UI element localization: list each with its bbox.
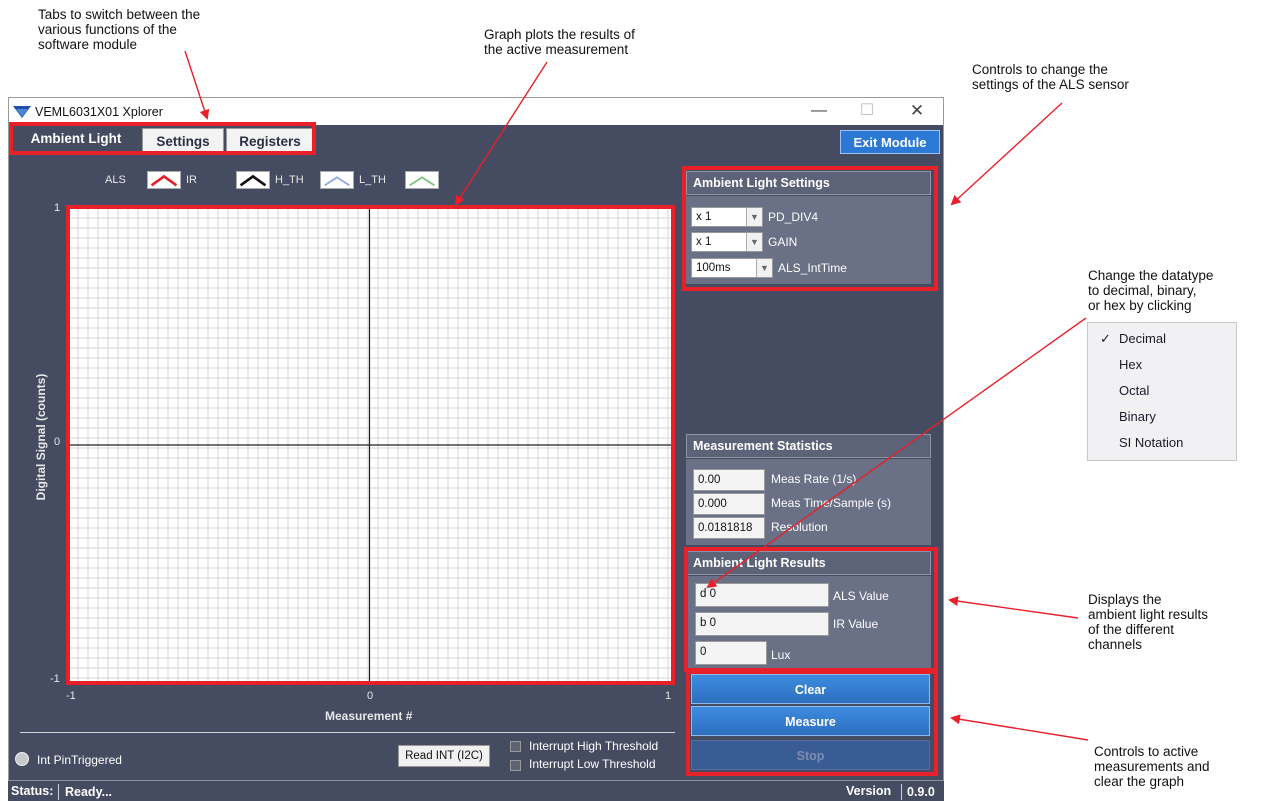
- measure-arrow: [950, 714, 1089, 741]
- title-bar: VEML6031X01 Xplorer — ☐ ✕: [9, 98, 943, 125]
- legend-label-ir: IR: [186, 174, 197, 186]
- datatype-annotation: Change the datatype to decimal, binary, …: [1088, 268, 1213, 313]
- measure-annotation: Controls to active measurements and clea…: [1094, 744, 1210, 789]
- menu-item-hex[interactable]: Hex: [1088, 352, 1236, 378]
- meas-time-field: 0.000: [693, 493, 765, 515]
- bottom-separator: [20, 732, 675, 733]
- results-arrow: [948, 596, 1079, 619]
- status-bar: Status: Ready... Version 0.9.0: [8, 780, 944, 801]
- int-pin-indicator: [15, 752, 29, 766]
- version-label: Version: [846, 784, 892, 798]
- menu-item-label: Binary: [1119, 409, 1156, 424]
- int-pin-label: Int PinTriggered: [37, 753, 122, 767]
- controls-annotation: Controls to change the settings of the A…: [972, 62, 1129, 92]
- legend-label-als: ALS: [105, 174, 126, 186]
- measure-annotation-line: measurements and: [1094, 759, 1210, 774]
- meas-rate-label: Meas Rate (1/s): [771, 472, 857, 486]
- x-tick-middle: 0: [367, 690, 374, 702]
- tabs-annotation-line: various functions of the: [38, 22, 177, 37]
- highlight-results: [684, 547, 938, 672]
- interrupt-high-label: Interrupt High Threshold: [529, 739, 659, 753]
- measure-annotation-line: clear the graph: [1094, 774, 1185, 789]
- menu-item-decimal[interactable]: ✓ Decimal: [1088, 326, 1236, 352]
- app-logo-icon: [13, 106, 31, 118]
- legend-swatch-l-th: [320, 171, 354, 189]
- tabs-annotation-line: Tabs to switch between the: [38, 7, 201, 22]
- graph-annotation-line: Graph plots the results of: [484, 27, 635, 42]
- resolution-field: 0.0181818: [693, 517, 765, 539]
- measurement-statistics-header: Measurement Statistics: [686, 434, 931, 458]
- datatype-annotation-line: or hex by clicking: [1088, 298, 1192, 313]
- measure-annotation-line: Controls to active: [1094, 744, 1199, 759]
- menu-item-si-notation[interactable]: SI Notation: [1088, 430, 1236, 456]
- legend-swatch-ir: [147, 171, 181, 189]
- interrupt-high-checkbox[interactable]: [510, 741, 521, 752]
- status-value: Ready...: [65, 785, 113, 799]
- menu-item-octal[interactable]: Octal: [1088, 378, 1236, 404]
- tabs-annotation-line: software module: [38, 37, 138, 52]
- x-tick-left: -1: [66, 690, 76, 702]
- highlight-tabs: [9, 122, 316, 155]
- results-annotation-line: of the different: [1088, 622, 1175, 637]
- results-annotation-line: ambient light results: [1088, 607, 1209, 622]
- minimize-icon[interactable]: —: [801, 100, 837, 122]
- tabs-annotation: Tabs to switch between the various funct…: [38, 7, 200, 52]
- x-tick-right: 1: [665, 690, 672, 702]
- y-tick-bottom: -1: [50, 673, 60, 685]
- graph-annotation-line: the active measurement: [484, 42, 629, 57]
- y-tick-top: 1: [54, 202, 61, 214]
- y-tick-middle: 0: [54, 436, 61, 448]
- menu-item-binary[interactable]: Binary: [1088, 404, 1236, 430]
- datatype-annotation-line: to decimal, binary,: [1088, 283, 1197, 298]
- highlight-buttons: [686, 670, 938, 776]
- status-label: Status:: [11, 784, 54, 798]
- meas-rate-field: 0.00: [693, 469, 765, 491]
- legend-label-h-th: H_TH: [275, 174, 304, 186]
- menu-item-label: SI Notation: [1119, 435, 1184, 450]
- read-int-button[interactable]: Read INT (I2C): [398, 745, 490, 767]
- maximize-icon[interactable]: ☐: [849, 100, 885, 122]
- exit-module-button[interactable]: Exit Module: [840, 130, 940, 154]
- legend-swatch-h-th: [236, 171, 270, 189]
- y-axis-title: Digital Signal (counts): [34, 373, 48, 501]
- graph-annotation: Graph plots the results of the active me…: [484, 27, 635, 57]
- legend-swatch-green: [405, 171, 439, 189]
- window-title: VEML6031X01 Xplorer: [35, 105, 163, 119]
- controls-annotation-line: Controls to change the: [972, 62, 1108, 77]
- results-annotation-line: channels: [1088, 637, 1143, 652]
- results-annotation-line: Displays the: [1088, 592, 1162, 607]
- datatype-annotation-line: Change the datatype: [1088, 268, 1214, 283]
- check-icon: ✓: [1100, 331, 1111, 346]
- x-axis-title: Measurement #: [325, 709, 413, 723]
- menu-item-label: Octal: [1119, 383, 1150, 398]
- resolution-label: Resolution: [771, 520, 828, 534]
- meas-time-label: Meas Time/Sample (s): [771, 496, 892, 510]
- controls-arrow: [950, 102, 1063, 206]
- highlight-settings: [682, 166, 938, 291]
- controls-annotation-line: settings of the ALS sensor: [972, 77, 1129, 92]
- interrupt-low-checkbox[interactable]: [510, 760, 521, 771]
- status-separator: [58, 784, 59, 800]
- menu-item-label: Hex: [1119, 357, 1143, 372]
- results-annotation: Displays the ambient light results of th…: [1088, 592, 1208, 652]
- menu-item-label: Decimal: [1119, 331, 1166, 346]
- datatype-menu: ✓ Decimal Hex Octal Binary SI Notation: [1087, 322, 1237, 461]
- version-value: 0.9.0: [907, 785, 935, 799]
- version-separator: [901, 784, 902, 800]
- legend-label-l-th: L_TH: [359, 174, 386, 186]
- close-icon[interactable]: ✕: [899, 100, 935, 122]
- highlight-graph: [66, 205, 675, 685]
- interrupt-low-label: Interrupt Low Threshold: [529, 757, 656, 771]
